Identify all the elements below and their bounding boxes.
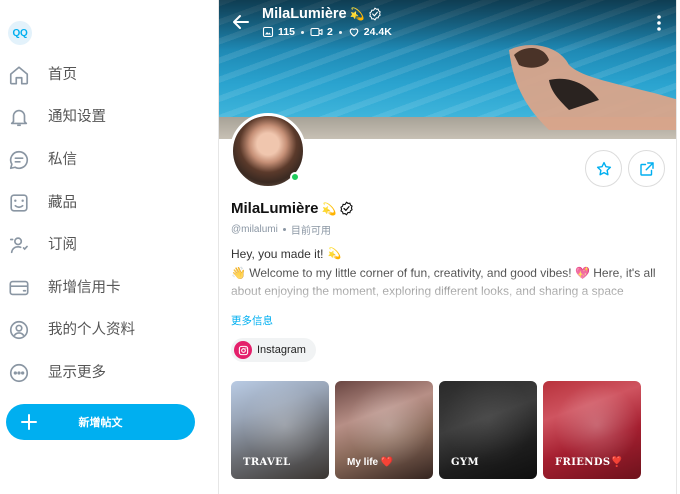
sidebar-item-my-profile[interactable]: 我的个人资料 [0, 311, 200, 349]
sidebar-item-label: 新增信用卡 [48, 280, 121, 296]
highlight-travel[interactable]: TRAVEL [231, 381, 329, 479]
media-count: 115 [262, 26, 295, 38]
sparkle-emoji: 💫 [321, 201, 337, 216]
sidebar-item-label: 显示更多 [48, 365, 106, 381]
sidebar-item-home[interactable]: 首页 [0, 56, 200, 94]
sidebar-item-label: 订阅 [48, 237, 77, 253]
cover-photo-figure [509, 45, 676, 130]
more-icon [8, 362, 30, 384]
video-count: 2 [310, 26, 333, 38]
verified-badge-icon [340, 201, 354, 216]
instagram-link[interactable]: Instagram [231, 338, 316, 362]
likes-count: 24.4K [348, 26, 392, 38]
sparkle-emoji: 💫 [349, 7, 365, 21]
bio-line-1: Hey, you made it! 💫 [231, 245, 671, 264]
credit-card-icon [8, 277, 30, 299]
heart-icon [349, 28, 359, 37]
profile-handle: @milalumi [231, 224, 278, 235]
star-icon [596, 161, 611, 175]
sidebar-item-notifications[interactable]: 通知设置 [0, 98, 200, 136]
cover-stats: 115 2 24.4K [262, 26, 392, 38]
message-icon [8, 149, 30, 171]
collections-icon [8, 192, 30, 214]
sidebar-item-messages[interactable]: 私信 [0, 141, 200, 179]
new-post-button[interactable]: 新增帖文 [6, 404, 195, 440]
sidebar-item-add-card[interactable]: 新增信用卡 [0, 269, 200, 307]
sidebar-item-label: 私信 [48, 152, 77, 168]
sidebar-item-label: 藏品 [48, 195, 77, 211]
handle-row: @milalumi 目前可用 [231, 222, 331, 237]
bio-line-2: 👋 Welcome to my little corner of fun, cr… [231, 265, 656, 299]
highlight-label: FRIENDS❣️ [555, 457, 624, 468]
bio-greeting: Hey, you made it! [231, 247, 324, 261]
highlight-gym[interactable]: GYM [439, 381, 537, 479]
subscriptions-icon [8, 234, 30, 256]
highlights-row: TRAVEL My life ❤️ GYM FRIENDS❣️ [231, 381, 641, 479]
separator-dot [282, 228, 286, 231]
profile-name-row: MilaLumière 💫 [231, 200, 354, 217]
highlight-label: My life ❤️ [347, 457, 394, 468]
more-info-link[interactable]: 更多信息 [231, 313, 273, 328]
favorite-button[interactable] [585, 150, 622, 187]
app-logo[interactable]: QQ [8, 21, 32, 45]
new-post-label: 新增帖文 [78, 417, 123, 429]
availability-status: 目前可用 [290, 226, 331, 237]
verified-badge-icon [368, 7, 381, 21]
separator-dot [300, 30, 304, 34]
likes-count-value: 24.4K [363, 26, 392, 38]
sidebar-item-label: 首页 [48, 67, 77, 83]
highlight-label: GYM [451, 457, 479, 468]
highlight-label: TRAVEL [243, 457, 291, 468]
back-arrow-icon[interactable] [231, 12, 251, 32]
share-icon [639, 161, 654, 176]
highlight-my-life[interactable]: My life ❤️ [335, 381, 433, 479]
sidebar-item-label: 我的个人资料 [48, 322, 135, 338]
share-button[interactable] [628, 150, 665, 187]
profile-panel: MilaLumière 💫 115 2 24.4K MilaLumière 💫 … [218, 0, 677, 494]
cover-name-text: MilaLumière [262, 6, 347, 22]
video-count-value: 2 [326, 26, 333, 38]
sparkle-emoji: 💫 [327, 248, 342, 260]
profile-bio: Hey, you made it! 💫 👋 Welcome to my litt… [231, 245, 671, 301]
sidebar-item-collections[interactable]: 藏品 [0, 184, 200, 222]
instagram-icon [234, 341, 252, 359]
sidebar: QQ 首页 通知设置 私信 藏品 订阅 新增信用卡 我的个人资料 显示更多 新增… [0, 0, 210, 494]
bell-icon [8, 106, 30, 128]
separator-dot [338, 30, 342, 34]
video-icon [310, 27, 323, 37]
sidebar-item-label: 通知设置 [48, 109, 106, 125]
instagram-label: Instagram [257, 344, 306, 356]
app-root: QQ 首页 通知设置 私信 藏品 订阅 新增信用卡 我的个人资料 显示更多 新增… [0, 0, 680, 494]
sidebar-item-subscriptions[interactable]: 订阅 [0, 226, 200, 264]
more-vertical-icon[interactable] [653, 14, 665, 32]
home-icon [8, 64, 30, 86]
image-icon [262, 26, 274, 38]
cover-profile-name: MilaLumière 💫 [262, 6, 382, 22]
online-status-dot [290, 172, 300, 182]
media-count-value: 115 [278, 26, 295, 38]
profile-icon [8, 319, 30, 341]
profile-name: MilaLumière [231, 200, 319, 217]
highlight-friends[interactable]: FRIENDS❣️ [543, 381, 641, 479]
sidebar-item-show-more[interactable]: 显示更多 [0, 354, 200, 392]
